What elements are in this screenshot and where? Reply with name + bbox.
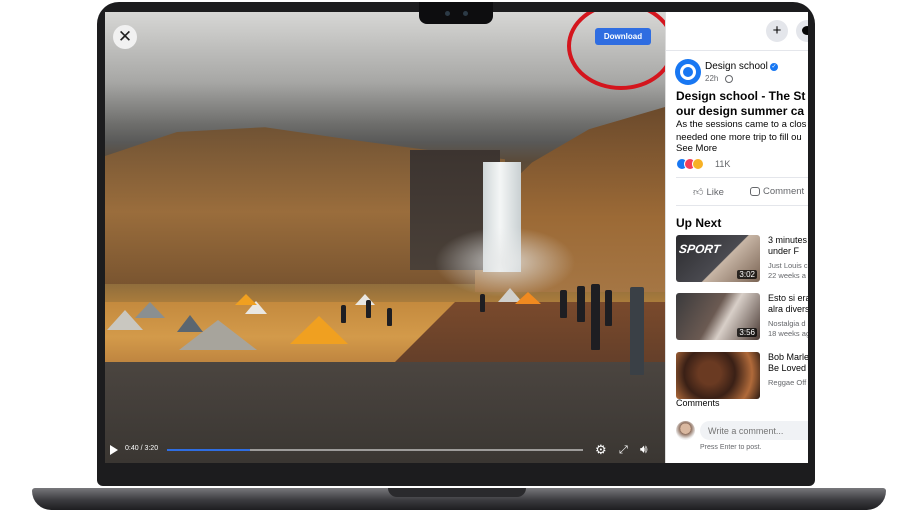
hiker <box>605 290 612 326</box>
up-next-heading: Up Next <box>676 216 722 230</box>
video-duration: 3:02 <box>737 270 757 279</box>
hiker <box>560 290 567 318</box>
video-title: 3 minutes under F <box>768 235 808 257</box>
video-title-line: alra divers <box>768 304 808 314</box>
gear-icon[interactable]: ⚙ <box>595 443 607 457</box>
video-player[interactable]: ✕ Download 0:40 / 3:20 ⚙ ⤢ 🔊︎ <box>105 12 665 463</box>
camera-notch <box>419 2 493 24</box>
download-button[interactable]: Download <box>595 28 651 45</box>
progress-fill <box>167 449 251 451</box>
video-meta: Reggae Off <box>768 378 808 388</box>
camera-sensor <box>463 11 468 16</box>
video-meta: Nostalgia d 18 weeks ag <box>768 319 808 339</box>
hiker <box>341 305 346 323</box>
video-landscape-mist <box>435 227 575 297</box>
hiker <box>630 287 644 375</box>
post-sidebar: + Design school ✓ 22h Design school - Th… <box>665 12 808 463</box>
video-channel: Nostalgia d <box>768 319 806 328</box>
tent <box>235 294 257 305</box>
create-button[interactable]: + <box>766 20 788 42</box>
comments-heading: Comments <box>676 398 720 408</box>
comment-button[interactable]: Comment <box>750 186 804 197</box>
video-thumbnail: SPORT 3:02 <box>676 235 760 282</box>
post-body: As the sessions came to a clos needed on… <box>676 119 808 144</box>
comment-label: Comment <box>763 186 805 197</box>
hiker <box>577 286 585 322</box>
video-age: 18 weeks ag <box>768 329 808 338</box>
verified-badge-icon: ✓ <box>770 63 778 71</box>
divider <box>666 50 808 51</box>
divider <box>676 177 808 178</box>
post-body-line: As the sessions came to a clos <box>676 119 807 130</box>
video-title-line: Be Loved <box>768 363 807 373</box>
like-button[interactable]: 👍︎ Like <box>693 186 724 198</box>
messenger-button[interactable] <box>796 20 808 42</box>
post-title-line: our design summer ca <box>676 104 805 118</box>
reaction-icons[interactable] <box>676 158 716 170</box>
like-label: Like <box>706 187 724 198</box>
progress-bar[interactable] <box>167 449 583 451</box>
close-button[interactable]: ✕ <box>113 25 137 49</box>
post-title-line: Design school - The St <box>676 89 806 103</box>
reaction-count[interactable]: 11K <box>715 159 730 169</box>
fullscreen-icon[interactable]: ⤢ <box>619 444 628 456</box>
video-title-line: Esto si era <box>768 293 808 303</box>
video-duration: 3:56 <box>737 328 757 337</box>
video-thumbnail <box>676 352 760 399</box>
video-meta: Just Louis c 22 weeks a <box>768 261 808 281</box>
video-title: Esto si era alra divers <box>768 293 808 315</box>
laptop-screen: ✕ Download 0:40 / 3:20 ⚙ ⤢ 🔊︎ + Design s… <box>105 12 808 463</box>
divider <box>676 205 808 206</box>
comment-bubble-icon <box>750 186 760 196</box>
post-timestamp[interactable]: 22h <box>705 74 718 83</box>
close-icon: ✕ <box>117 27 133 46</box>
hiker <box>366 300 371 318</box>
laptop-base-notch <box>388 488 526 497</box>
video-thumbnail: 3:56 <box>676 293 760 340</box>
time-display: 0:40 / 3:20 <box>125 445 159 452</box>
page-name[interactable]: Design school <box>705 61 768 72</box>
up-next-item[interactable]: Bob Marle Be Loved Reggae Off <box>676 352 808 400</box>
video-channel: Just Louis c <box>768 261 808 270</box>
page-avatar[interactable] <box>675 59 701 85</box>
download-highlight-circle <box>567 12 665 90</box>
thumb-up-icon: 👍︎ <box>693 187 704 198</box>
up-next-item[interactable]: SPORT 3:02 3 minutes under F Just Louis … <box>676 235 808 283</box>
plus-icon: + <box>772 22 782 39</box>
up-next-item[interactable]: 3:56 Esto si era alra divers Nostalgia d… <box>676 293 808 341</box>
tent <box>355 294 375 305</box>
play-icon[interactable] <box>110 445 118 455</box>
hiker <box>480 294 485 312</box>
volume-icon[interactable]: 🔊︎ <box>640 442 648 456</box>
video-title-line: Bob Marle <box>768 352 808 362</box>
see-more-link[interactable]: See More <box>676 143 717 154</box>
video-title-line: under F <box>768 246 800 256</box>
video-title: Bob Marle Be Loved <box>768 352 808 374</box>
comment-input[interactable] <box>700 421 808 440</box>
hiker <box>387 308 392 326</box>
care-reaction-icon <box>692 158 704 170</box>
user-avatar <box>676 421 695 440</box>
post-title: Design school - The St our design summer… <box>676 89 808 119</box>
thumbnail-text: SPORT <box>678 242 722 256</box>
video-channel: Reggae Off <box>768 378 807 387</box>
globe-icon <box>725 75 733 83</box>
comment-hint: Press Enter to post. <box>700 444 762 451</box>
video-controls-bar: 0:40 / 3:20 ⚙ ⤢ 🔊︎ <box>105 439 665 463</box>
hiker <box>591 284 600 350</box>
video-title-line: 3 minutes <box>768 235 808 245</box>
video-age: 22 weeks a <box>768 271 806 280</box>
camera-lens <box>445 11 450 16</box>
